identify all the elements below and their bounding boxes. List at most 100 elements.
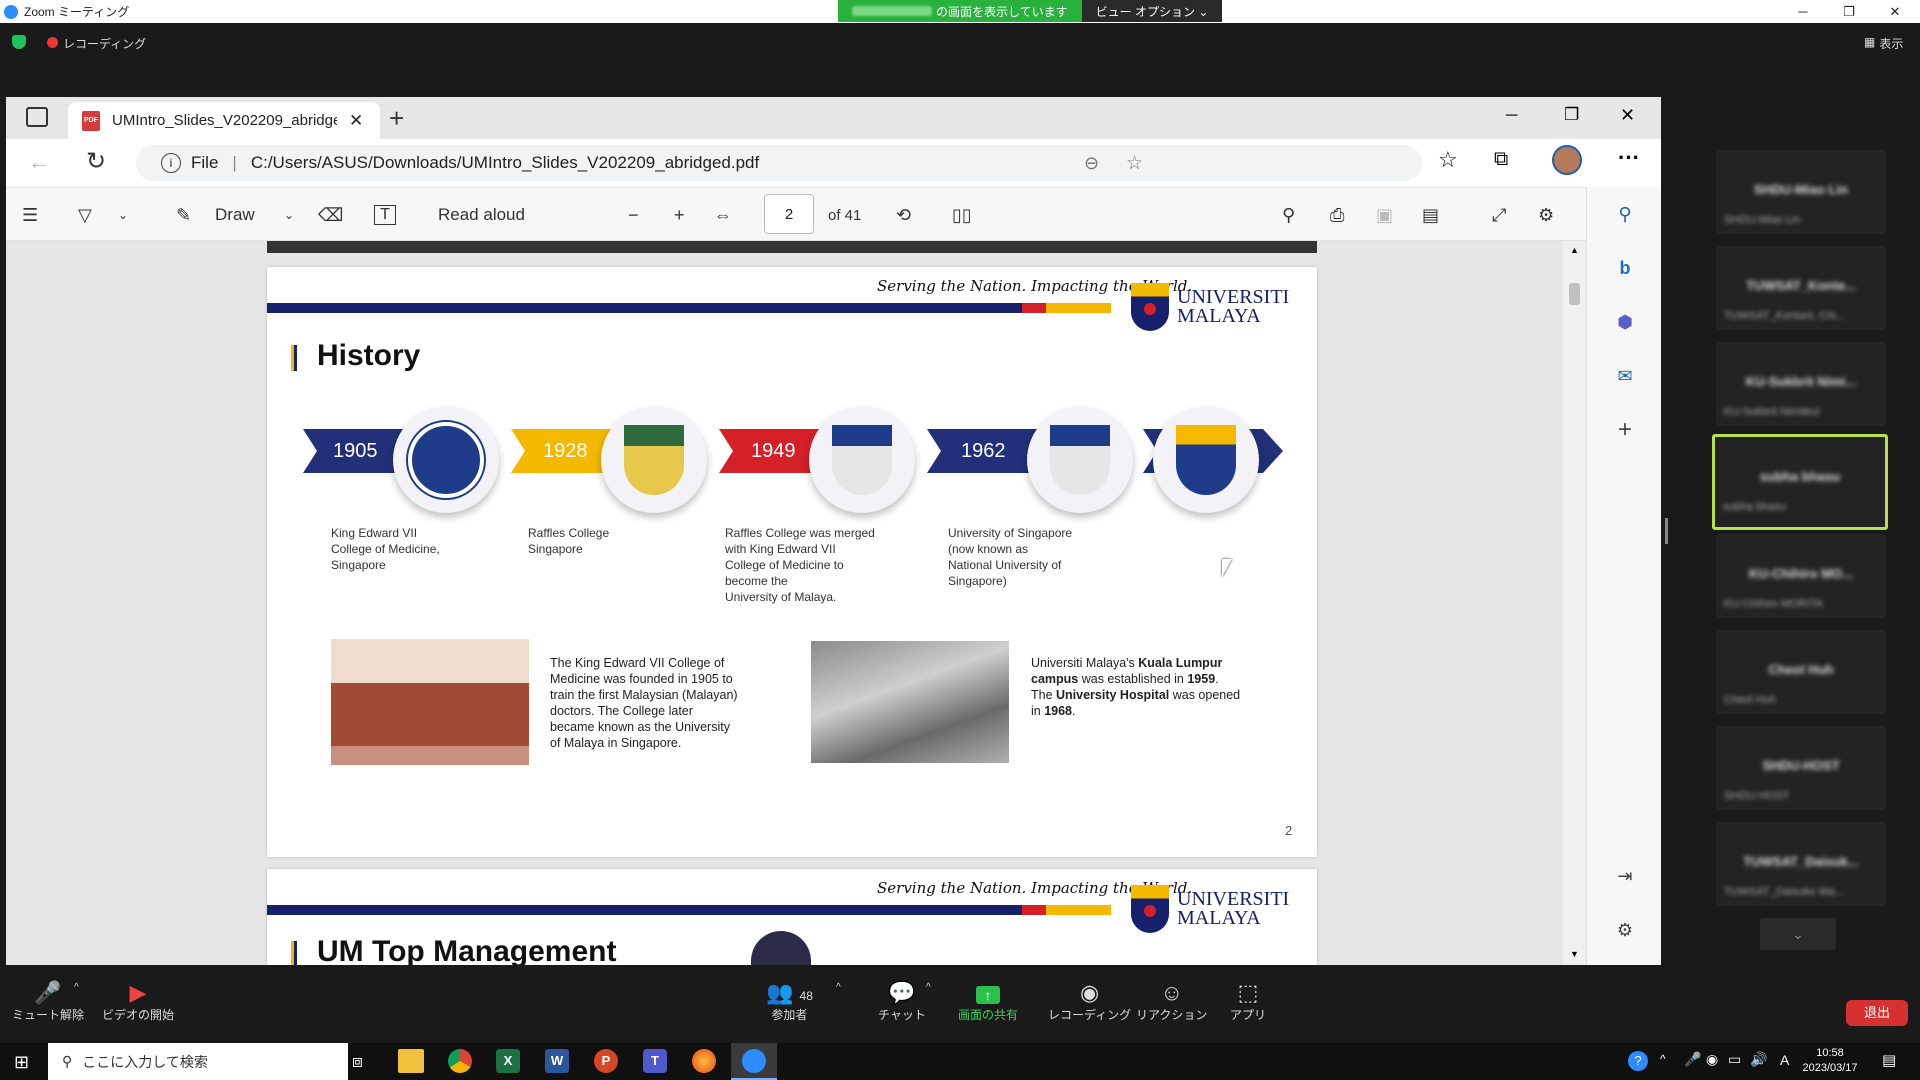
- participant-tile[interactable]: TUWSAT_Konte... TUWSAT_Kontani, Chi...: [1716, 246, 1886, 330]
- participant-tile[interactable]: SHDU-Miao Lin SHDU-Miao Lin: [1716, 150, 1886, 234]
- sidebar-settings-icon[interactable]: ⚙: [1612, 917, 1638, 943]
- notifications-icon[interactable]: ▤: [1882, 1051, 1896, 1069]
- participant-tile[interactable]: TUWSAT_Daisuk... TUWSAT_Daisuke Wa...: [1716, 822, 1886, 906]
- scroll-down-icon[interactable]: ▼: [1570, 949, 1579, 959]
- participant-tile[interactable]: KU-Chihiro MO... KU-Chihiro MORITA: [1716, 534, 1886, 618]
- participant-tile-active-speaker[interactable]: subha bhasu subha bhasu: [1712, 434, 1888, 530]
- browser-minimize-icon[interactable]: ─: [1506, 107, 1517, 125]
- save-as-icon[interactable]: ▤: [1422, 188, 1439, 242]
- add-text-icon[interactable]: T: [374, 205, 396, 225]
- participants-button[interactable]: 👥 48 参加者: [766, 980, 813, 1023]
- zoom-tray-icon[interactable]: ◉: [1706, 1051, 1718, 1068]
- contents-icon[interactable]: ☰: [22, 188, 38, 242]
- taskbar-clock[interactable]: 10:58 2023/03/17: [1798, 1046, 1862, 1076]
- gallery-scroll-down-icon[interactable]: ⌄: [1760, 918, 1836, 950]
- url-text[interactable]: C:/Users/ASUS/Downloads/UMIntro_Slides_V…: [251, 153, 759, 173]
- audio-options-icon[interactable]: ^: [74, 982, 79, 993]
- pdf-scrollbar[interactable]: ▲ ▼: [1563, 241, 1586, 965]
- url-box[interactable]: i File | C:/Users/ASUS/Downloads/UMIntro…: [136, 145, 1422, 181]
- outlook-icon[interactable]: ✉: [1612, 363, 1638, 389]
- zoom-taskbar-icon: [742, 1049, 766, 1073]
- ime-indicator[interactable]: A: [1780, 1052, 1789, 1068]
- refresh-icon[interactable]: ↻: [86, 147, 106, 176]
- profile-avatar[interactable]: [1552, 145, 1582, 175]
- tab-close-icon[interactable]: ✕: [349, 111, 363, 131]
- reaction-button[interactable]: ☺ リアクション: [1136, 980, 1207, 1023]
- view-options-button[interactable]: ビュー オプション ⌄: [1081, 0, 1223, 22]
- draw-icon[interactable]: ✎: [176, 188, 191, 242]
- chat-button[interactable]: 💬 チャット: [878, 980, 926, 1023]
- browser-restore-icon[interactable]: ❐: [1564, 105, 1579, 125]
- restore-icon[interactable]: ❐: [1826, 0, 1872, 23]
- info-icon[interactable]: i: [161, 153, 181, 173]
- zoom-plus-icon[interactable]: +: [674, 188, 685, 242]
- taskbar-search-box[interactable]: ⚲ ここに入力して検索: [48, 1043, 348, 1080]
- participant-tile[interactable]: KU-Sukbrit Nimi... KU-Sukbrit Nimitkul: [1716, 342, 1886, 426]
- save-icon[interactable]: ▣: [1376, 188, 1393, 242]
- erase-icon[interactable]: ⌫: [318, 188, 343, 242]
- start-video-button[interactable]: ▶ ビデオの開始: [102, 980, 174, 1023]
- add-sidebar-app-icon[interactable]: +: [1612, 416, 1638, 443]
- excel-icon[interactable]: X: [496, 1049, 520, 1073]
- more-menu-icon[interactable]: ···: [1618, 145, 1640, 171]
- help-tray-icon[interactable]: ?: [1628, 1051, 1648, 1071]
- participant-tile[interactable]: Cheol Huh Cheol Huh: [1716, 630, 1886, 714]
- draw-dropdown-icon[interactable]: ⌄: [284, 188, 294, 242]
- page-number-input[interactable]: 2: [764, 194, 814, 234]
- zoom-out-icon[interactable]: ⊖: [1084, 153, 1099, 174]
- zoom-minus-icon[interactable]: −: [628, 188, 639, 242]
- collections-icon[interactable]: ⧉: [1494, 148, 1508, 171]
- participant-tile[interactable]: SHDU-HOST SHDU-HOST: [1716, 726, 1886, 810]
- rotate-icon[interactable]: ⟲: [896, 188, 911, 242]
- tab-actions-icon[interactable]: [26, 107, 48, 127]
- office-icon[interactable]: ⬢: [1612, 309, 1638, 335]
- print-icon[interactable]: ⎙: [1330, 188, 1344, 242]
- favorites-icon[interactable]: ☆: [1438, 147, 1458, 173]
- task-view-icon[interactable]: ⧈: [352, 1052, 363, 1072]
- page-view-icon[interactable]: ▯▯: [952, 188, 972, 242]
- security-shield-icon[interactable]: [12, 35, 26, 49]
- view-toggle[interactable]: ▦ 表示: [1864, 35, 1903, 52]
- teams-icon[interactable]: T: [643, 1049, 667, 1073]
- sidebar-search-icon[interactable]: ⚲: [1612, 201, 1638, 227]
- back-icon[interactable]: ←: [28, 149, 50, 175]
- share-screen-button[interactable]: ↑ 画面の共有: [958, 980, 1018, 1023]
- hide-sidebar-icon[interactable]: ⇥: [1612, 863, 1638, 889]
- draw-button[interactable]: Draw: [215, 188, 255, 242]
- recording-label[interactable]: レコーディング: [63, 35, 146, 52]
- leave-button[interactable]: 退出: [1846, 1000, 1908, 1026]
- powerpoint-icon[interactable]: P: [594, 1049, 618, 1073]
- chrome-icon[interactable]: [448, 1049, 472, 1073]
- read-aloud-button[interactable]: Read aloud: [438, 188, 525, 242]
- bing-icon[interactable]: b: [1612, 255, 1638, 281]
- word-icon[interactable]: W: [545, 1049, 569, 1073]
- mic-tray-icon[interactable]: 🎤: [1684, 1051, 1701, 1068]
- scroll-thumb[interactable]: [1569, 283, 1580, 305]
- split-handle[interactable]: [1665, 518, 1668, 544]
- zoom-taskbar-button[interactable]: [731, 1043, 777, 1080]
- apps-button[interactable]: ⬚ アプリ: [1230, 980, 1266, 1023]
- tab-pdf[interactable]: PDF UMIntro_Slides_V202209_abridged.pdf …: [68, 102, 380, 139]
- minimize-icon[interactable]: ─: [1780, 0, 1826, 23]
- new-tab-icon[interactable]: +: [389, 103, 404, 134]
- file-explorer-icon[interactable]: [398, 1049, 424, 1073]
- close-icon[interactable]: ✕: [1872, 0, 1918, 23]
- volume-tray-icon[interactable]: 🔊: [1750, 1051, 1767, 1068]
- scroll-up-icon[interactable]: ▲: [1570, 245, 1579, 255]
- pdf-viewer[interactable]: Serving the Nation. Impacting the World.…: [6, 241, 1586, 965]
- fit-width-icon[interactable]: ⇔: [714, 188, 732, 242]
- highlight-icon[interactable]: ▽: [78, 188, 92, 242]
- participants-options-icon[interactable]: ^: [836, 982, 841, 993]
- network-tray-icon[interactable]: ▭: [1728, 1051, 1741, 1068]
- pdf-settings-icon[interactable]: ⚙: [1538, 188, 1554, 242]
- chat-options-icon[interactable]: ^: [926, 982, 931, 993]
- highlight-dropdown-icon[interactable]: ⌄: [118, 188, 128, 242]
- browser-close-icon[interactable]: ✕: [1620, 105, 1635, 126]
- firefox-icon[interactable]: [692, 1049, 716, 1073]
- pdf-search-icon[interactable]: ⚲: [1282, 188, 1295, 242]
- windows-start-icon[interactable]: ⊞: [14, 1052, 29, 1073]
- tray-expand-icon[interactable]: ^: [1660, 1052, 1666, 1066]
- fullscreen-icon[interactable]: ⤢: [1492, 188, 1506, 242]
- record-button[interactable]: ◉ レコーディング: [1048, 980, 1131, 1023]
- add-favorite-icon[interactable]: ☆: [1126, 152, 1143, 175]
